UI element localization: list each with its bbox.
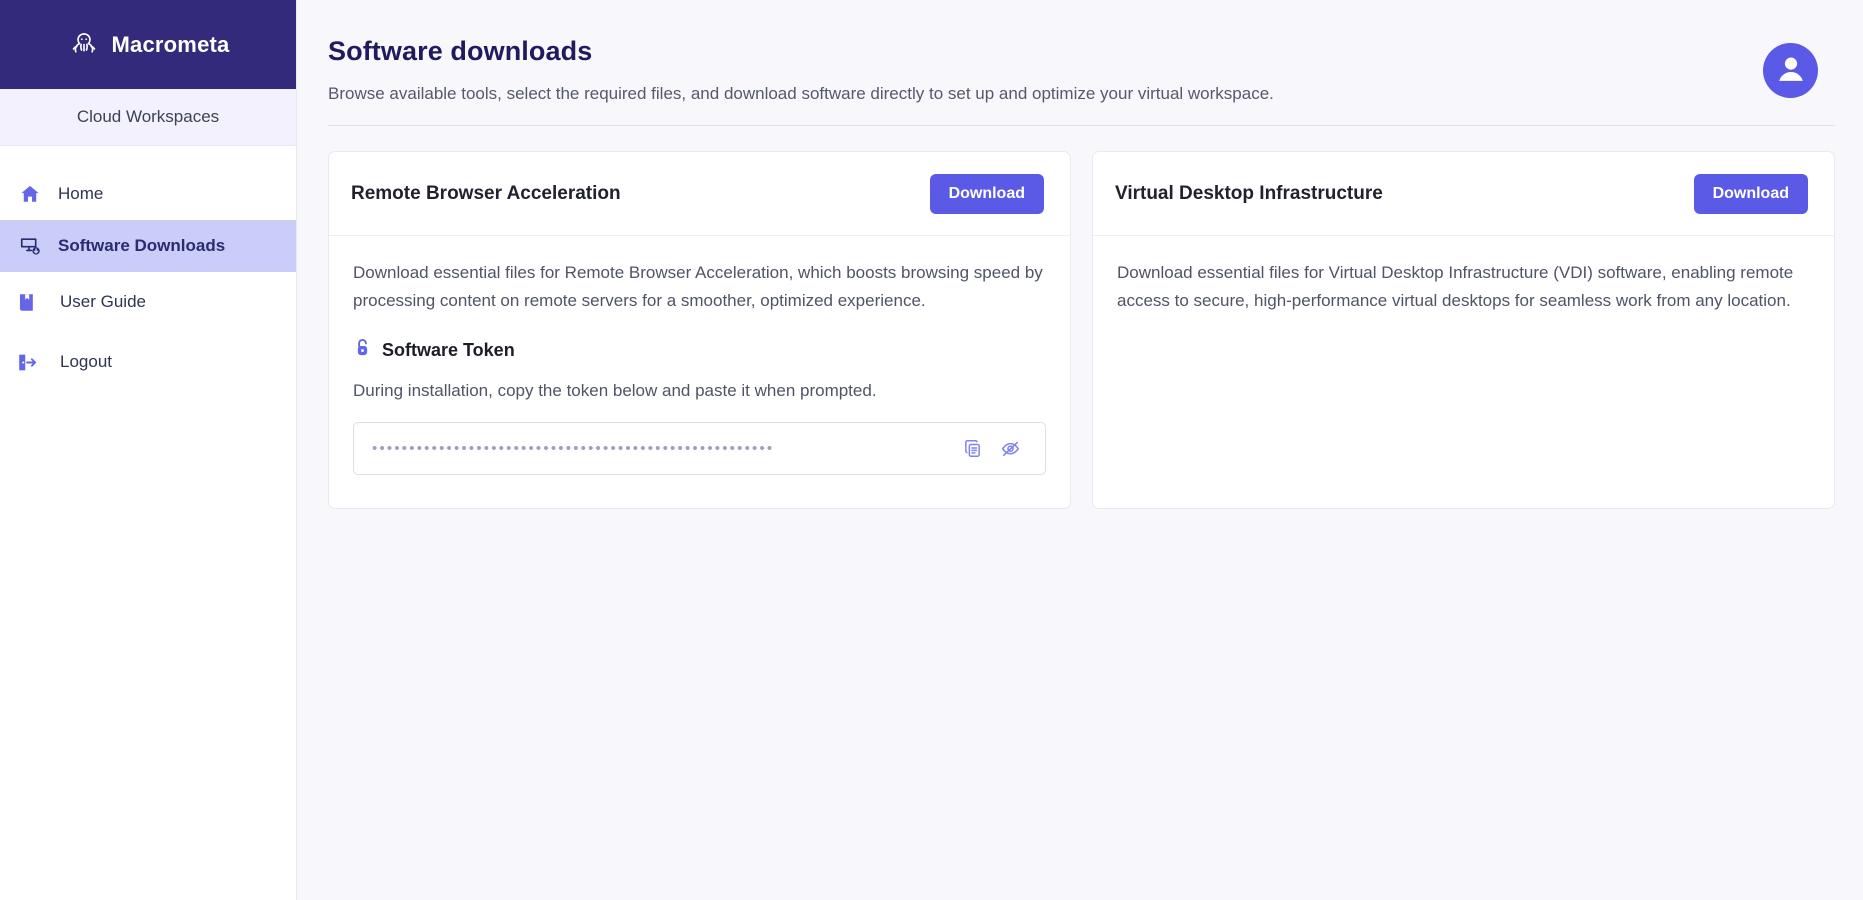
sidebar-item-user-guide[interactable]: User Guide (0, 272, 296, 332)
workspace-label: Cloud Workspaces (76, 107, 220, 126)
sidebar-item-logout-label: Logout (60, 352, 112, 371)
main-content: Software downloads Browse available tool… (297, 0, 1863, 900)
software-token-heading: Software Token (353, 337, 1046, 363)
cards-container: Remote Browser Acceleration Download Dow… (297, 126, 1863, 509)
sidebar-item-home[interactable]: Home (0, 168, 296, 220)
header-divider (328, 125, 1835, 126)
user-avatar-icon (1772, 49, 1810, 92)
brand-header: Macrometa (0, 0, 296, 89)
card-description: Download essential files for Remote Brow… (353, 263, 1043, 310)
sidebar-item-home-label: Home (58, 184, 104, 203)
card-header: Remote Browser Acceleration Download (329, 152, 1070, 236)
sidebar: Macrometa Cloud Workspaces Home Software… (0, 0, 297, 900)
software-token-actions (962, 438, 1031, 459)
unlocked-padlock-icon (353, 337, 372, 363)
page-header: Software downloads Browse available tool… (297, 0, 1863, 126)
software-token-hint: During installation, copy the token belo… (353, 381, 877, 400)
page-title: Software downloads (328, 36, 593, 66)
eye-off-icon[interactable] (1000, 438, 1021, 459)
sidebar-item-logout[interactable]: Logout (0, 332, 296, 392)
sidebar-item-user-guide-label: User Guide (60, 292, 146, 311)
sidebar-nav: Home Software Downloads User Guide Logou… (0, 146, 296, 406)
software-token-label: Software Token (382, 339, 515, 360)
card-remote-browser-acceleration: Remote Browser Acceleration Download Dow… (328, 151, 1071, 509)
download-button[interactable]: Download (929, 173, 1044, 214)
sidebar-item-software-downloads[interactable]: Software Downloads (0, 220, 296, 272)
page-subtitle: Browse available tools, select the requi… (328, 84, 1274, 103)
avatar[interactable] (1763, 43, 1818, 98)
software-token-field[interactable]: ••••••••••••••••••••••••••••••••••••••••… (353, 422, 1046, 475)
card-header: Virtual Desktop Infrastructure Download (1093, 152, 1834, 236)
card-title: Remote Browser Acceleration (351, 182, 621, 204)
octopus-logo-icon (67, 28, 101, 62)
card-title: Virtual Desktop Infrastructure (1115, 182, 1383, 204)
download-button[interactable]: Download (1693, 173, 1808, 214)
monitor-download-icon (18, 234, 42, 258)
sidebar-bottom-nav: User Guide Logout (0, 272, 296, 406)
copy-icon[interactable] (962, 438, 983, 459)
home-icon (18, 182, 42, 206)
logout-icon (14, 350, 38, 374)
card-description: Download essential files for Virtual Des… (1117, 263, 1794, 310)
card-body: Download essential files for Remote Brow… (329, 236, 1070, 501)
app-root: Macrometa Cloud Workspaces Home Software… (0, 0, 1863, 900)
sidebar-item-software-downloads-label: Software Downloads (58, 236, 226, 255)
card-virtual-desktop-infrastructure: Virtual Desktop Infrastructure Download … (1092, 151, 1835, 509)
card-body: Download essential files for Virtual Des… (1093, 236, 1834, 341)
software-token-value: ••••••••••••••••••••••••••••••••••••••••… (372, 440, 775, 457)
book-icon (14, 290, 38, 314)
brand-name: Macrometa (111, 31, 230, 57)
workspace-selector[interactable]: Cloud Workspaces (0, 89, 296, 146)
